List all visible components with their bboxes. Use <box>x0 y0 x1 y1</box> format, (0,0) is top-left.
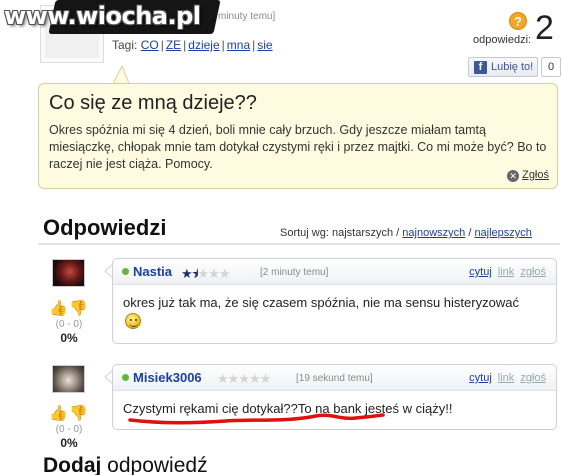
tag-link[interactable]: dzieje <box>188 38 219 52</box>
add-answer-rest: odpowiedź <box>101 454 208 475</box>
answers-count: 2 <box>535 9 554 47</box>
answer-actions: cytuj link zgłoś <box>469 266 546 278</box>
report-question-link[interactable]: ✕ Zgłoś <box>507 169 549 182</box>
question-mark-icon: ? <box>509 12 527 30</box>
answer-author-avatar[interactable] <box>52 365 85 393</box>
vote-percent: 0% <box>60 331 78 345</box>
add-answer-bold: Dodaj <box>43 454 102 475</box>
thumb-up-icon[interactable]: 👍 <box>49 299 68 317</box>
sort-options: Sortuj wg: najstarszych / najnowszych / … <box>280 227 532 239</box>
answer-actions: cytuj link zgłoś <box>469 372 546 384</box>
report-answer-link[interactable]: zgłoś <box>520 372 546 384</box>
star-icon: ★ <box>217 371 229 386</box>
like-count: 0 <box>541 57 561 77</box>
star-icon: ★ <box>248 371 261 386</box>
sort-label: Sortuj wg: najstarszych <box>280 227 394 239</box>
rating-stars: ★⯨★★★ <box>181 265 230 287</box>
red-underline-scribble <box>128 413 385 425</box>
answer-author-avatar[interactable] <box>52 259 85 287</box>
thumb-down-icon[interactable]: 👎 <box>69 299 88 317</box>
sort-newest-link[interactable]: najnowszych <box>402 227 465 239</box>
vote-percent: 0% <box>60 436 78 450</box>
star-icon: ★ <box>208 266 220 281</box>
star-icon: ★ <box>227 371 240 386</box>
question-tags: Tagi: CO | ZE | dzieje | mna | sie <box>112 38 273 52</box>
add-answer-heading: Dodaj odpowiedź <box>43 454 208 475</box>
star-icon: ★ <box>259 371 272 386</box>
close-circle-icon: ✕ <box>507 170 520 182</box>
star-icon: ★ <box>238 371 250 386</box>
answer-header: Misiek3006 ★★★★★ [19 sekund temu] cytuj l… <box>113 365 556 391</box>
vote-buttons: 👍 👎 <box>49 404 89 422</box>
star-icon: ★ <box>181 266 193 281</box>
tags-label: Tagi: <box>112 38 138 52</box>
star-icon: ★ <box>218 266 231 281</box>
answer-author-name[interactable]: Misiek3006 <box>133 370 202 385</box>
question-title: Co się ze mną dzieje?? <box>49 92 257 114</box>
like-label: Lubię to! <box>491 61 534 73</box>
report-label: Zgłoś <box>522 169 549 181</box>
tag-link[interactable]: sie <box>257 38 272 52</box>
question-box: Co się ze mną dzieje?? Okres spóźnia mi … <box>38 83 558 189</box>
answers-heading: Odpowiedzi <box>43 215 167 240</box>
tag-link[interactable]: CO <box>141 38 159 52</box>
answer-time: [2 minuty temu] <box>260 267 329 278</box>
report-answer-link[interactable]: zgłoś <box>520 266 546 278</box>
quote-link[interactable]: cytuj <box>469 372 492 384</box>
tag-link[interactable]: ZE <box>166 38 181 52</box>
thumb-down-icon[interactable]: 👎 <box>69 404 88 422</box>
answer-header: Nastia ★⯨★★★ [2 minuty temu] cytuj link zg… <box>113 259 556 285</box>
section-divider <box>38 243 560 245</box>
star-icon: ★ <box>197 266 210 281</box>
question-time: minuty temu] <box>218 11 276 22</box>
vote-tally: (0 - 0) <box>55 424 83 435</box>
tag-link[interactable]: mna <box>227 38 250 52</box>
question-body: Okres spóźnia mi się 4 dzień, boli mnie … <box>49 123 547 171</box>
answers-count-label: odpowiedzi: <box>473 34 532 46</box>
facebook-icon: f <box>474 61 487 74</box>
rating-stars: ★★★★★ <box>217 371 272 387</box>
watermark-text: www.wiocha.pl <box>4 2 201 30</box>
page: www.wiocha.pl minuty temu] Tagi: CO | ZE | d… <box>0 0 562 475</box>
vote-buttons: 👍 👎 <box>49 299 89 317</box>
vote-tally: (0 - 0) <box>55 319 83 330</box>
smiley-wink-icon <box>125 313 141 329</box>
facebook-like-button[interactable]: f Lubię to! <box>468 57 538 77</box>
answer-time: [19 sekund temu] <box>296 373 373 384</box>
thumb-up-icon[interactable]: 👍 <box>49 404 68 422</box>
permalink-link[interactable]: link <box>498 372 515 384</box>
online-status-icon <box>122 374 129 381</box>
quote-link[interactable]: cytuj <box>469 266 492 278</box>
answer-box: Nastia ★⯨★★★ [2 minuty temu] cytuj link zg… <box>112 258 557 344</box>
sort-best-link[interactable]: najlepszych <box>474 227 531 239</box>
online-status-icon <box>122 268 129 275</box>
answer-text: okres już tak ma, że się czasem spóźnia,… <box>123 295 519 310</box>
answer-author-name[interactable]: Nastia <box>133 264 172 279</box>
permalink-link[interactable]: link <box>498 266 515 278</box>
